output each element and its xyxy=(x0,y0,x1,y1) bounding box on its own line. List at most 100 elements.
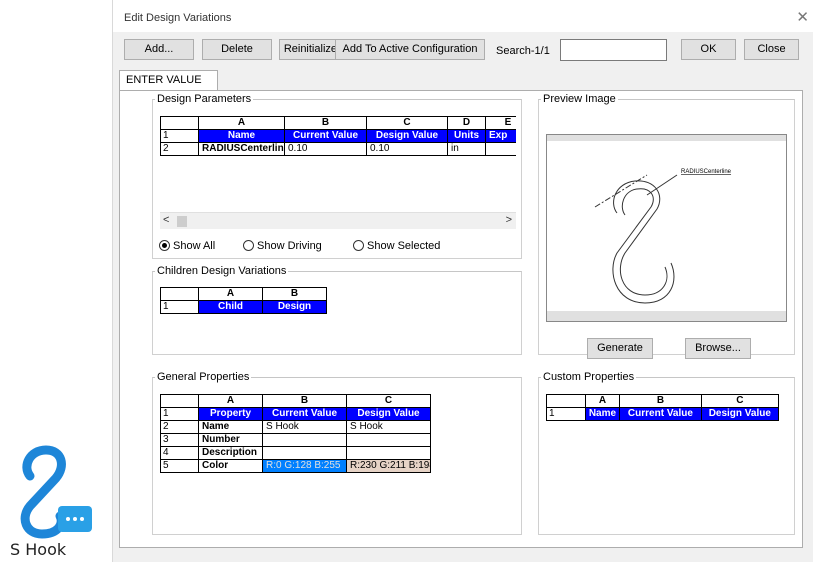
header-cell: Exp xyxy=(485,129,516,143)
grid-corner xyxy=(160,287,199,301)
header-cell: Design Value xyxy=(366,129,448,143)
custom-properties-title: Custom Properties xyxy=(541,371,637,383)
cell-name[interactable]: RADIUSCenterline xyxy=(198,142,285,156)
table-row[interactable]: 4 Description xyxy=(160,446,431,460)
children-design-variations-group: Children Design Variations A B 1 Child D… xyxy=(152,265,522,355)
ok-button[interactable]: OK xyxy=(681,39,736,60)
table-row[interactable]: 3 Number xyxy=(160,433,431,447)
row-number: 1 xyxy=(160,407,199,421)
search-label: Search-1/1 xyxy=(496,45,550,57)
design-parameters-grid[interactable]: A B C D E 1 Name Current Value Design Va… xyxy=(160,116,516,156)
general-properties-group: General Properties A B C 1 Property Curr… xyxy=(152,371,522,535)
grid-corner xyxy=(160,116,199,130)
radio-label: Show Selected xyxy=(367,240,441,252)
preview-image-title: Preview Image xyxy=(541,93,618,105)
cell-current-value[interactable]: S Hook xyxy=(262,420,347,434)
tab-page: Design Parameters A B C D E 1 Name Curre… xyxy=(119,90,803,548)
cell-property: Color xyxy=(198,459,263,473)
row-number: 2 xyxy=(160,420,199,434)
radio-label: Show Driving xyxy=(257,240,322,252)
radio-show-driving[interactable]: Show Driving xyxy=(243,240,322,252)
cell-property: Name xyxy=(198,420,263,434)
header-cell: Current Value xyxy=(284,129,367,143)
cell-color-design[interactable]: R:230 G:211 B:198 xyxy=(346,459,431,473)
browse-button[interactable]: Browse... xyxy=(685,338,751,359)
s-hook-icon xyxy=(20,445,92,539)
close-button[interactable]: Close xyxy=(744,39,799,60)
header-cell: Design xyxy=(262,300,327,314)
preview-image-group: Preview Image RADIUSCenterline Generate … xyxy=(538,93,795,359)
col-letter: A xyxy=(198,287,263,301)
row-number: 1 xyxy=(160,129,199,143)
general-properties-title: General Properties xyxy=(155,371,252,383)
header-cell: Name xyxy=(198,129,285,143)
col-letter: C xyxy=(366,116,448,130)
cell-design-value[interactable] xyxy=(346,433,431,447)
radio-show-selected[interactable]: Show Selected xyxy=(353,240,440,252)
table-row[interactable]: 2 RADIUSCenterline 0.10 0.10 in xyxy=(160,142,516,156)
custom-properties-grid[interactable]: A B C 1 Name Current Value Design Value xyxy=(546,394,780,421)
row-number: 3 xyxy=(160,433,199,447)
preview-image: RADIUSCenterline xyxy=(546,134,787,322)
col-letter: C xyxy=(346,394,431,408)
general-properties-grid[interactable]: A B C 1 Property Current Value Design Va… xyxy=(160,394,431,473)
custom-properties-group: Custom Properties A B C 1 Name Current V… xyxy=(538,371,795,535)
cell-current-value[interactable] xyxy=(262,433,347,447)
radio-selected-icon xyxy=(159,240,170,251)
generate-button[interactable]: Generate xyxy=(587,338,653,359)
col-letter: D xyxy=(447,116,486,130)
col-letter: B xyxy=(284,116,367,130)
cell-color-current[interactable]: R:0 G:128 B:255 xyxy=(262,459,347,473)
cell-current-value[interactable] xyxy=(262,446,347,460)
radio-label: Show All xyxy=(173,240,216,252)
close-icon[interactable]: ✕ xyxy=(796,8,809,26)
radio-unselected-icon xyxy=(353,240,364,251)
title-bar: Edit Design Variations ✕ xyxy=(113,0,813,32)
header-cell: Design Value xyxy=(700,407,780,421)
scroll-right-icon[interactable]: > xyxy=(506,214,512,226)
cell-exp[interactable] xyxy=(485,142,516,156)
header-cell: Property xyxy=(198,407,263,421)
header-cell: Design Value xyxy=(346,407,431,421)
dimension-label: RADIUSCenterline xyxy=(681,169,732,175)
col-letter: E xyxy=(485,116,516,130)
s-hook-desktop-icon[interactable]: S Hook xyxy=(0,436,120,562)
cell-current-value[interactable]: 0.10 xyxy=(284,142,367,156)
children-design-variations-title: Children Design Variations xyxy=(155,265,289,277)
row-number: 5 xyxy=(160,459,199,473)
table-row[interactable]: 5 Color R:0 G:128 B:255 R:230 G:211 B:19… xyxy=(160,459,431,473)
col-letter: B xyxy=(262,394,347,408)
design-parameters-grid-viewport: A B C D E 1 Name Current Value Design Va… xyxy=(160,116,516,220)
scroll-thumb[interactable] xyxy=(177,216,187,227)
tab-enter-value[interactable]: ENTER VALUE xyxy=(119,70,218,91)
header-cell: Child xyxy=(198,300,263,314)
row-number: 2 xyxy=(160,142,199,156)
col-letter: B xyxy=(262,287,327,301)
row-number: 1 xyxy=(546,407,586,421)
grid-corner xyxy=(160,394,199,408)
cell-property: Description xyxy=(198,446,263,460)
cell-property: Number xyxy=(198,433,263,447)
children-grid[interactable]: A B 1 Child Design xyxy=(160,287,327,314)
cell-design-value[interactable]: 0.10 xyxy=(366,142,448,156)
horizontal-scrollbar[interactable]: < > xyxy=(160,212,516,229)
scroll-left-icon[interactable]: < xyxy=(163,214,169,226)
col-letter: A xyxy=(198,394,263,408)
cell-design-value[interactable] xyxy=(346,446,431,460)
edit-design-variations-dialog: Edit Design Variations ✕ Add... Delete R… xyxy=(112,0,813,562)
cell-design-value[interactable]: S Hook xyxy=(346,420,431,434)
search-input[interactable] xyxy=(560,39,667,61)
col-letter: C xyxy=(700,394,780,408)
radio-unselected-icon xyxy=(243,240,254,251)
design-parameters-title: Design Parameters xyxy=(155,93,254,105)
desktop-icon-label: S Hook xyxy=(10,540,67,559)
header-cell: Current Value xyxy=(619,407,702,421)
row-number: 1 xyxy=(160,300,199,314)
add-to-active-configuration-button[interactable]: Add To Active Configuration xyxy=(335,39,485,60)
cell-units[interactable]: in xyxy=(447,142,486,156)
radio-show-all[interactable]: Show All xyxy=(159,240,215,252)
header-cell: Name xyxy=(584,407,621,421)
delete-button[interactable]: Delete xyxy=(202,39,272,60)
table-row[interactable]: 2 Name S Hook S Hook xyxy=(160,420,431,434)
add-button[interactable]: Add... xyxy=(124,39,194,60)
